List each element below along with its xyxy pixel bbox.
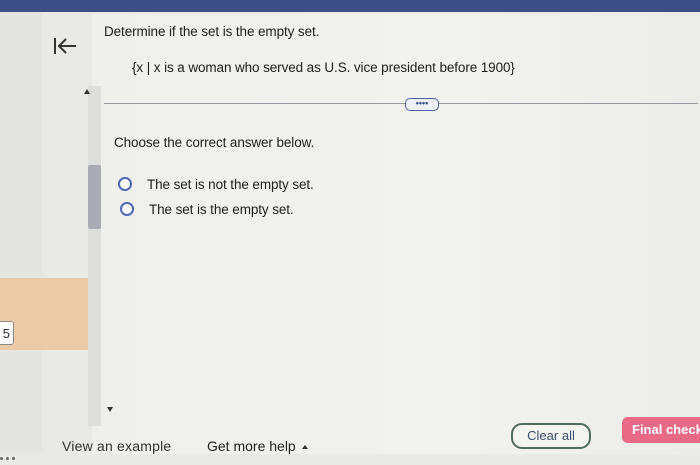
top-bar	[0, 0, 700, 12]
divider	[104, 103, 698, 104]
pagination-dots	[0, 447, 40, 460]
question-panel	[92, 14, 700, 454]
scrollbar-thumb[interactable]	[88, 165, 101, 229]
scrollbar-track[interactable]	[88, 86, 101, 426]
radio-button[interactable]	[120, 202, 134, 216]
option-label: The set is the empty set.	[149, 201, 294, 217]
question-text: Determine if the set is the empty set.	[104, 24, 320, 39]
get-more-help-button[interactable]: Get more help	[207, 438, 308, 454]
scroll-up-icon[interactable]	[84, 89, 90, 94]
left-rail	[0, 12, 42, 454]
option-label: The set is not the empty set.	[147, 176, 314, 192]
final-check-button[interactable]: Final check	[622, 417, 700, 443]
scroll-down-icon[interactable]	[107, 407, 113, 412]
clear-all-button[interactable]: Clear all	[511, 423, 591, 449]
get-more-help-label: Get more help	[207, 438, 296, 454]
answer-prompt: Choose the correct answer below.	[114, 135, 315, 150]
caret-up-icon	[301, 445, 308, 450]
question-number-badge[interactable]: 5	[0, 321, 14, 345]
more-button[interactable]: ••••	[405, 98, 439, 111]
answer-option-empty[interactable]: The set is the empty set.	[120, 200, 294, 218]
answer-option-not-empty[interactable]: The set is not the empty set.	[118, 175, 314, 193]
back-to-start-icon[interactable]	[52, 36, 78, 56]
view-example-link[interactable]: View an example	[62, 438, 171, 454]
radio-button[interactable]	[118, 177, 132, 191]
set-expression: {x | x is a woman who served as U.S. vic…	[132, 60, 515, 75]
